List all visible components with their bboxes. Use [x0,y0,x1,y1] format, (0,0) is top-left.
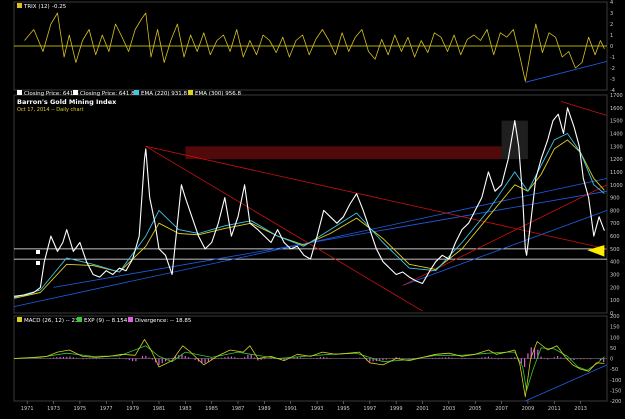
macd-y-tick-0: 200 [610,314,620,320]
signal-legend-label: EXP (9) -- 8.154 [84,318,128,324]
x-tick-label-10: 1991 [284,406,297,412]
price-y-tick-2: 1500 [610,119,623,125]
price-y-tick-3: 1400 [610,131,623,137]
trix-y-tick-4: 0 [610,44,613,50]
divergence-legend-label: Divergence: -- 18.85 [135,318,192,324]
macd-y-tick-7: -150 [610,388,621,394]
macd-y-tick-8: -200 [610,399,621,405]
price-y-tick-16: 100 [610,298,620,304]
trix-y-tick-1: 3 [610,11,613,17]
price-y-tick-12: 500 [610,247,620,253]
price-chart-subtitle: Oct 17, 2014 -- Daily chart [17,107,84,113]
macd-legend: MACD (26, 12) -- 23 EXP (9) -- 8.154 Div… [17,317,192,324]
x-tick-label-16: 2003 [442,406,455,412]
price-legend-label-2: Closing Price: 641.8 [80,91,135,97]
price-y-tick-5: 1200 [610,157,623,163]
trix-y-tick-5: -1 [610,55,615,61]
price-y-tick-1: 1600 [610,106,623,112]
x-tick-label-3: 1977 [100,406,113,412]
price-legend-swatch-3 [134,90,139,95]
x-tick-label-9: 1989 [258,406,271,412]
price-legend-label-1: Closing Price: 641.8 [24,91,79,97]
marker-square-upper [36,250,40,254]
macd-y-tick-4: 0 [610,357,613,363]
price-legend-label-3: EMA (220) 931.8 [141,91,188,97]
trix-legend-swatch [17,3,22,8]
price-y-tick-11: 600 [610,234,620,240]
price-y-tick-15: 200 [610,285,620,291]
price-y-tick-10: 700 [610,221,620,227]
x-tick-label-0: 1971 [21,406,34,412]
chart-svg: TRIX (12) -0.25 Closing Price: 641.8 Clo… [0,0,625,415]
x-tick-label-11: 1993 [311,406,324,412]
x-tick-label-12: 1995 [337,406,350,412]
price-chart-title: Barron's Gold Mining Index [17,98,117,106]
x-tick-label-19: 2009 [522,406,535,412]
x-tick-label-21: 2013 [574,406,587,412]
price-legend-swatch-2 [73,90,78,95]
x-tick-label-7: 1985 [205,406,218,412]
x-tick-label-1: 1973 [47,406,60,412]
price-legend-swatch-1 [17,90,22,95]
price-y-tick-8: 900 [610,196,620,202]
x-tick-label-20: 2011 [548,406,561,412]
trix-legend-label: TRIX (12) [23,4,50,10]
macd-y-tick-1: 150 [610,325,620,331]
price-legend-swatch-4 [188,90,193,95]
price-y-tick-0: 1700 [610,93,623,99]
x-tick-label-13: 1997 [363,406,376,412]
macd-y-tick-3: 50 [610,346,616,352]
macd-legend-label: MACD (26, 12) -- 23 [24,318,79,324]
x-tick-label-2: 1975 [74,406,87,412]
trix-y-tick-2: 2 [610,22,613,28]
price-legend-label-4: EMA (300) 956.8 [195,91,242,97]
macd-y-tick-2: 100 [610,335,620,341]
price-y-tick-13: 400 [610,260,620,266]
marker-square-lower [36,261,40,265]
x-tick-label-17: 2005 [469,406,482,412]
chart-stage: TRIX (12) -0.25 Closing Price: 641.8 Clo… [0,0,625,415]
x-tick-label-8: 1987 [232,406,245,412]
x-tick-label-14: 1999 [390,406,403,412]
price-y-tick-6: 1100 [610,170,623,176]
macd-legend-swatch [17,317,22,322]
price-y-tick-7: 1000 [610,183,623,189]
divergence-legend-swatch [128,317,133,322]
resistance-band [185,146,502,160]
signal-legend-swatch [77,317,82,322]
trix-legend: TRIX (12) -0.25 [17,3,67,10]
trix-y-tick-3: 1 [610,33,613,39]
trix-y-tick-0: 4 [610,0,613,6]
trix-legend-value: -0.25 [52,4,67,10]
macd-y-tick-6: -100 [610,378,621,384]
price-y-tick-9: 800 [610,208,620,214]
x-tick-label-6: 1983 [179,406,192,412]
shaded-region [501,120,528,160]
x-tick-label-4: 1979 [126,406,139,412]
x-tick-label-5: 1981 [153,406,166,412]
trix-y-tick-6: -2 [610,66,615,72]
trix-y-tick-7: -3 [610,77,615,83]
macd-y-tick-5: -50 [610,367,618,373]
price-y-tick-14: 300 [610,273,620,279]
price-y-tick-4: 1300 [610,144,623,150]
x-tick-label-18: 2007 [495,406,508,412]
x-tick-label-15: 2001 [416,406,429,412]
